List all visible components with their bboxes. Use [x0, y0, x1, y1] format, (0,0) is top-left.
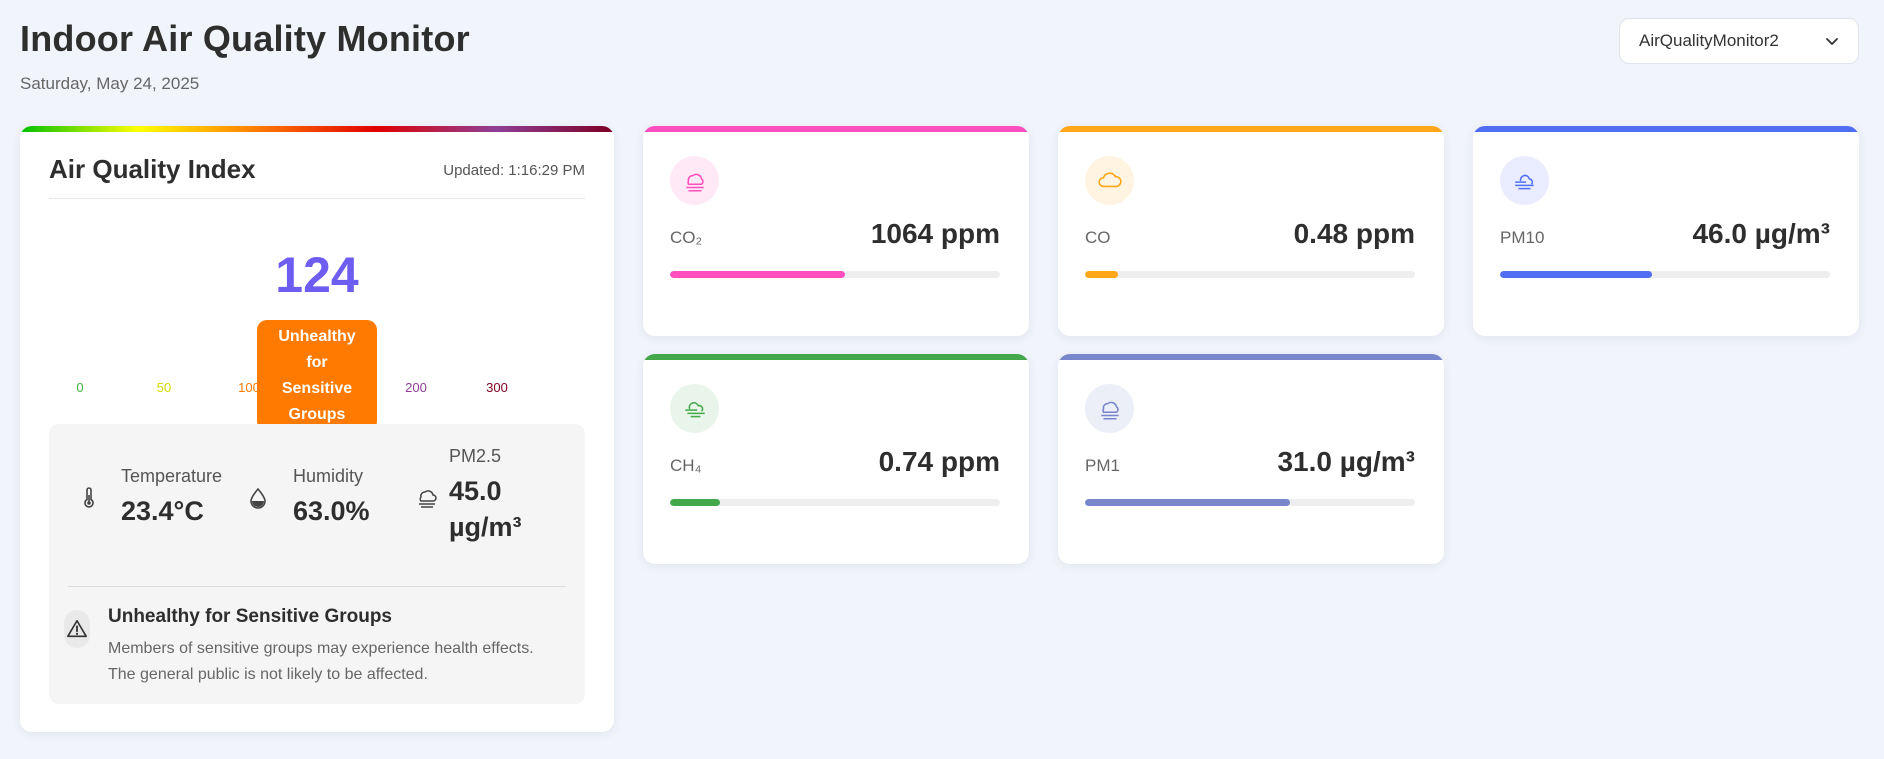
- stats-divider: [68, 586, 566, 587]
- metric-topbar: [1058, 354, 1444, 360]
- humidity-value: 63.0%: [293, 496, 370, 526]
- metric-label: CO: [1085, 228, 1111, 247]
- metric-progress-track: [1085, 499, 1415, 506]
- smog-icon: [685, 173, 704, 192]
- page-date: Saturday, May 24, 2025: [20, 74, 200, 93]
- device-select-value: AirQualityMonitor2: [1639, 31, 1779, 50]
- humidity-label: Humidity: [293, 466, 364, 486]
- badge-line: for: [306, 354, 328, 371]
- metric-icon-wrap: [670, 156, 719, 205]
- pm25-stat: PM2.5 45.0 µg/m³: [449, 446, 522, 545]
- metric-card-ch4: CH₄ 0.74 ppm: [643, 354, 1029, 564]
- metric-icon-wrap: [1500, 156, 1549, 205]
- badge-line: Unhealthy: [278, 328, 356, 345]
- alert-title: Unhealthy for Sensitive Groups: [108, 606, 392, 627]
- droplet-icon: [250, 487, 266, 509]
- metric-topbar: [643, 354, 1029, 360]
- alert-icon-wrap: [64, 610, 90, 648]
- metric-topbar: [1473, 126, 1859, 132]
- humidity-stat: Humidity 63.0%: [293, 466, 370, 529]
- metric-label: CH₄: [670, 456, 702, 475]
- metric-icon-wrap: [670, 384, 719, 433]
- metric-value: 0.48 ppm: [1293, 218, 1415, 249]
- temperature-label: Temperature: [121, 466, 223, 486]
- smog-icon: [1100, 401, 1119, 420]
- smog-icon: [419, 490, 437, 508]
- metric-progress-fill: [1085, 499, 1290, 506]
- aqi-gradient-bar: [20, 126, 614, 132]
- metric-card-co: CO 0.48 ppm: [1058, 126, 1444, 336]
- aqi-title: Air Quality Index: [49, 154, 256, 184]
- tick-label-0: 0: [76, 380, 84, 395]
- tick-label-300: 300: [486, 380, 508, 395]
- metric-progress-fill: [1085, 271, 1118, 278]
- metric-progress-fill: [1500, 271, 1652, 278]
- badge-line: Sensitive: [281, 380, 353, 397]
- wind-cloud-icon: [1514, 174, 1534, 189]
- temperature-value: 23.4°C: [121, 496, 204, 526]
- cloud-icon: [1097, 171, 1122, 187]
- metric-value: 31.0 µg/m³: [1277, 446, 1415, 477]
- metric-progress-fill: [670, 499, 720, 506]
- metric-card-pm1: PM1 31.0 µg/m³: [1058, 354, 1444, 564]
- metric-card-co2: CO₂ 1064 ppm: [643, 126, 1029, 336]
- metric-progress-track: [670, 499, 1000, 506]
- aqi-value: 124: [275, 247, 359, 303]
- metric-value: 46.0 µg/m³: [1692, 218, 1830, 249]
- aqi-updated-time: Updated: 1:16:29 PM: [443, 162, 585, 179]
- metric-value: 0.74 ppm: [878, 446, 1000, 477]
- temperature-stat: Temperature 23.4°C: [121, 466, 222, 529]
- metric-progress-track: [1500, 271, 1830, 278]
- tick-label-200: 200: [405, 380, 427, 395]
- tick-label-50: 50: [156, 380, 172, 395]
- pm25-label: PM2.5: [449, 446, 502, 466]
- metric-label: PM1: [1085, 456, 1120, 475]
- metric-value: 1064 ppm: [870, 218, 1000, 249]
- chevron-down-icon: [1826, 38, 1838, 45]
- metric-label: CO₂: [670, 228, 703, 247]
- pm25-value-unit: µg/m³: [449, 512, 522, 542]
- wind-cloud-icon: [684, 401, 705, 417]
- metric-progress-track: [670, 271, 1000, 278]
- metric-topbar: [643, 126, 1029, 132]
- device-select[interactable]: AirQualityMonitor2: [1619, 18, 1859, 64]
- pm25-value-number: 45.0: [449, 476, 502, 506]
- metric-label: PM10: [1500, 228, 1545, 247]
- metric-icon-wrap: [1085, 384, 1134, 433]
- alert-description: Members of sensitive groups may experien…: [108, 640, 534, 683]
- aqi-stats-panel: Temperature 23.4°C Humidity 63.0% PM2.5 …: [49, 424, 585, 704]
- metric-progress-fill: [670, 271, 845, 278]
- metric-icon-wrap: [1085, 156, 1134, 205]
- aqi-card: Air Quality Index Updated: 1:16:29 PM 12…: [20, 126, 614, 732]
- metric-progress-track: [1085, 271, 1415, 278]
- aqi-category-badge: Unhealthy for Sensitive Groups: [257, 320, 377, 431]
- metric-card-pm10: PM10 46.0 µg/m³: [1473, 126, 1859, 336]
- metric-topbar: [1058, 126, 1444, 132]
- thermometer-icon: [84, 487, 94, 508]
- warning-icon: [67, 619, 87, 638]
- page-title: Indoor Air Quality Monitor: [20, 18, 470, 59]
- pm25-value: 45.0 µg/m³: [449, 473, 522, 545]
- aqi-divider: [49, 198, 585, 199]
